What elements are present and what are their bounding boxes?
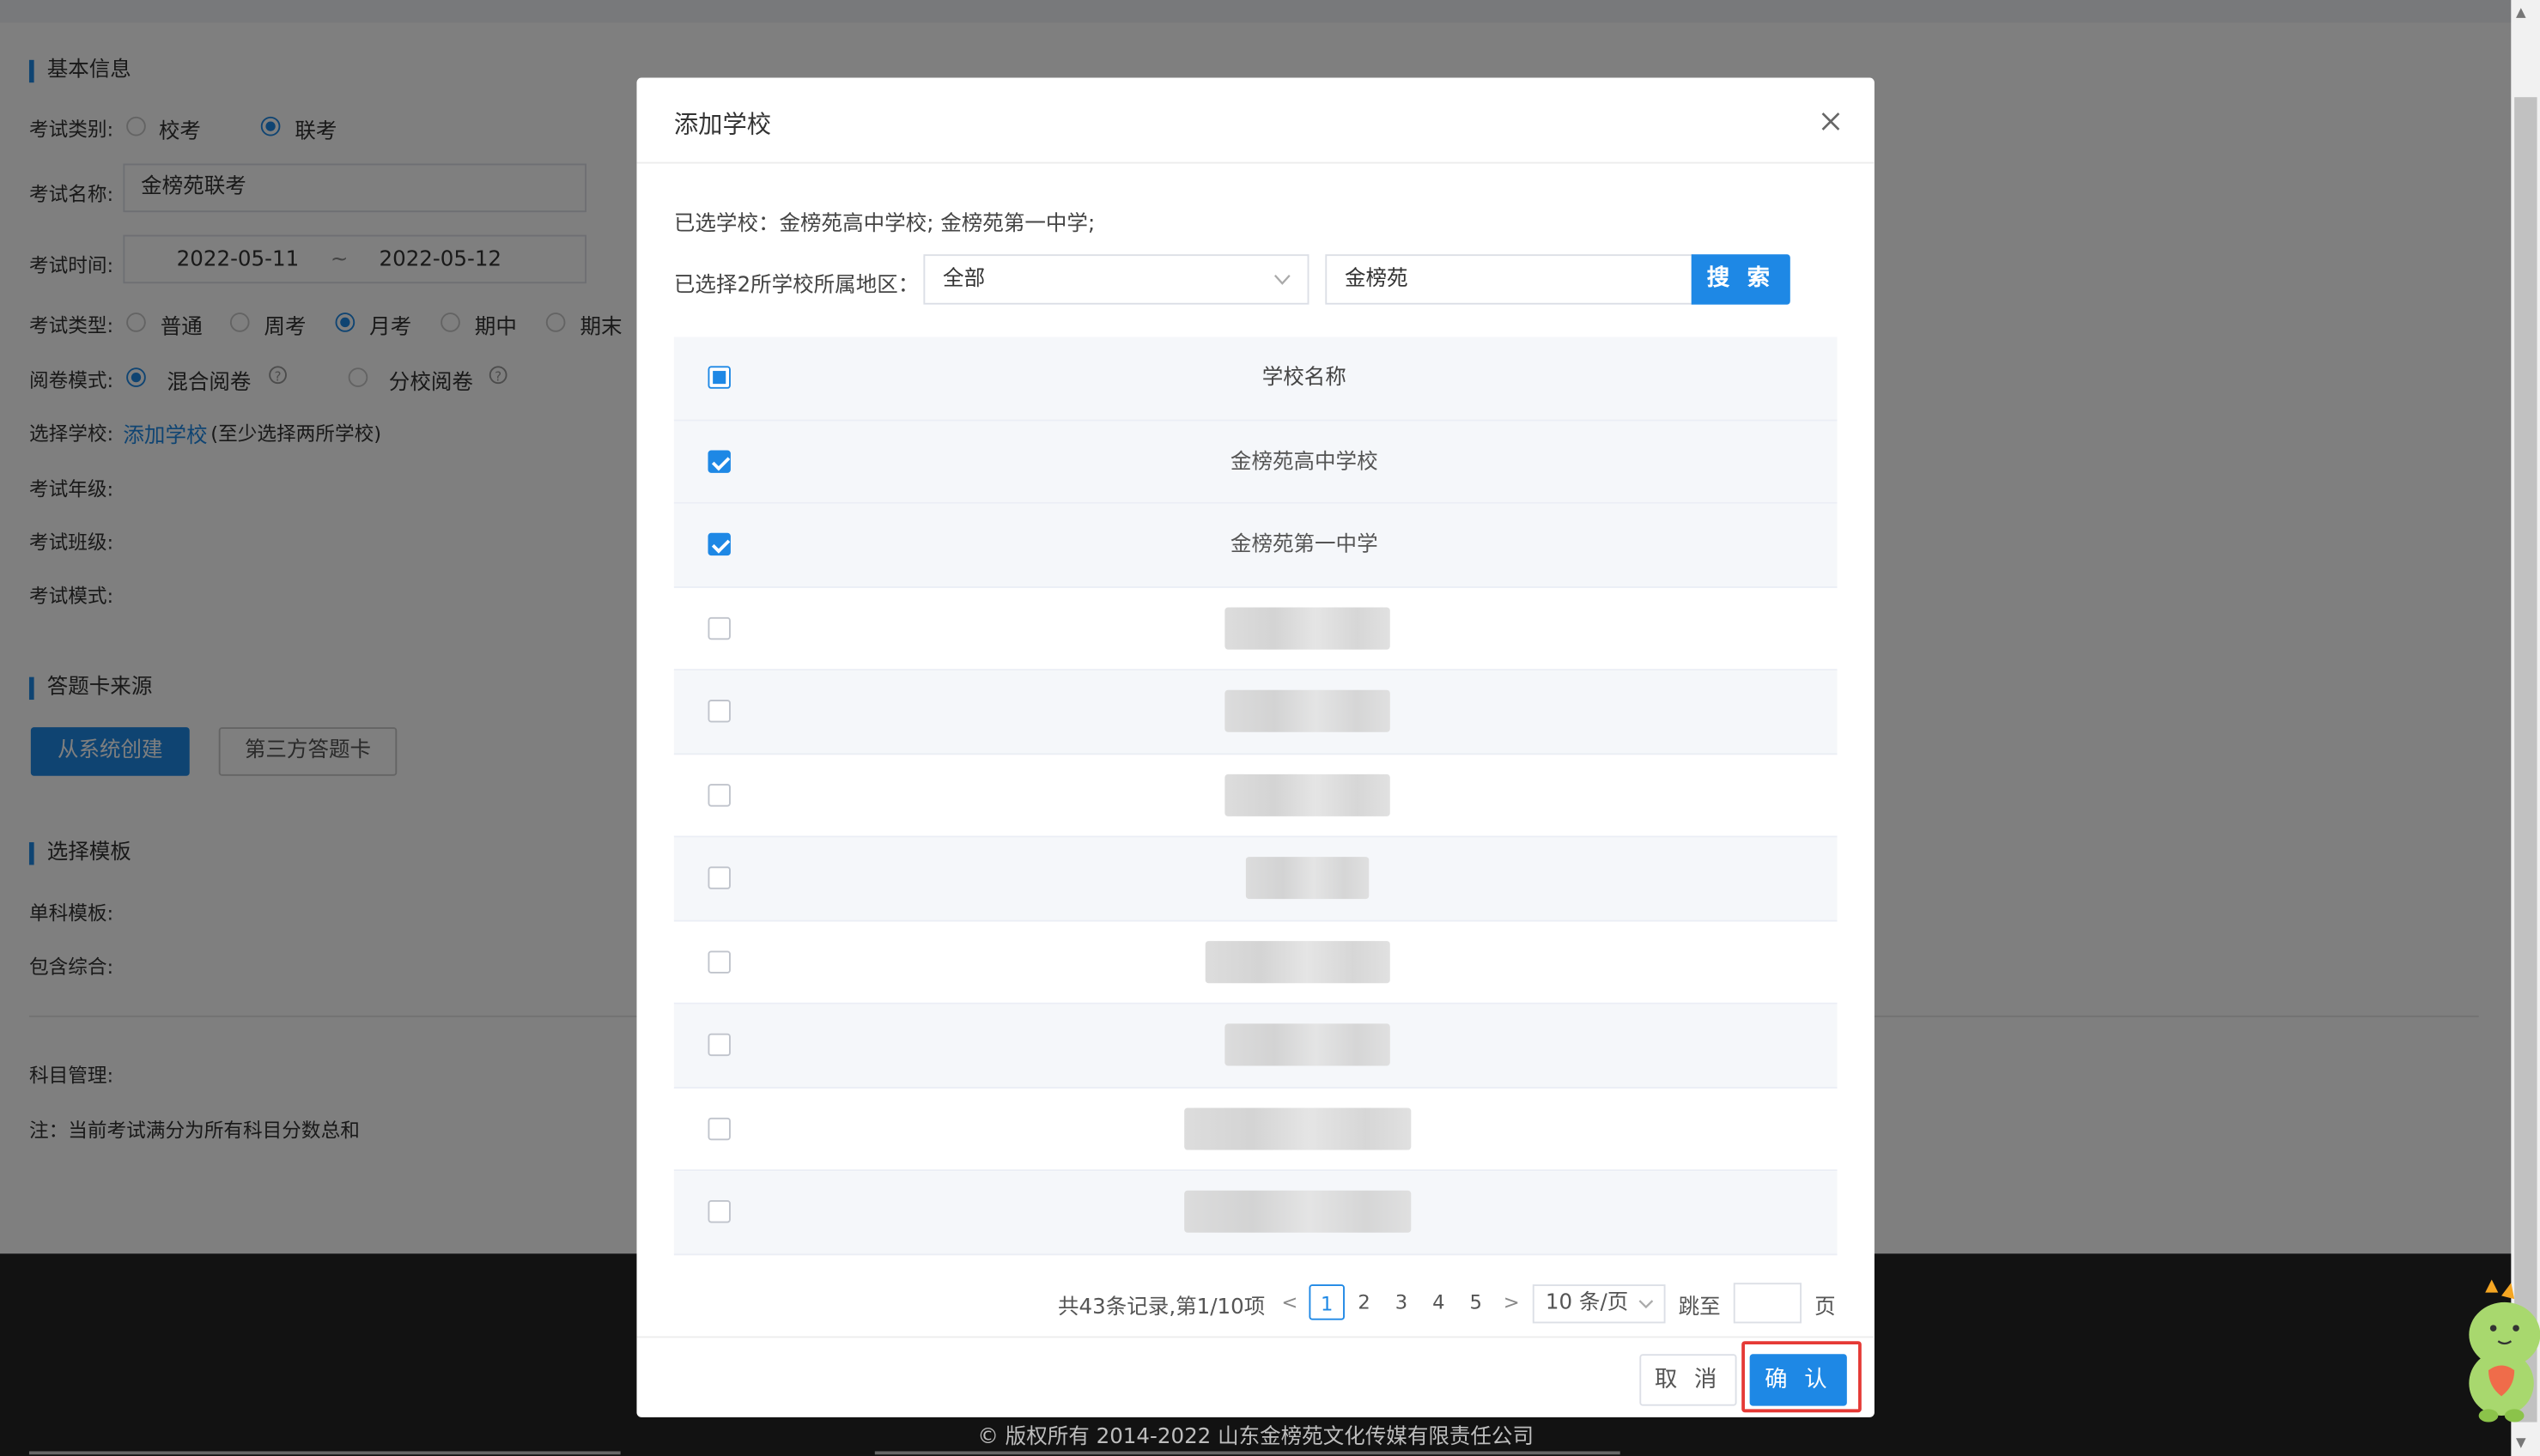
scroll-down-icon[interactable]: ▼: [2516, 1435, 2526, 1450]
page-3[interactable]: 3: [1383, 1284, 1419, 1320]
jump-page-input[interactable]: [1733, 1283, 1802, 1324]
row-checkbox[interactable]: [708, 533, 731, 556]
school-name-cell: 金榜苑高中学校: [1230, 449, 1378, 474]
page-2[interactable]: 2: [1346, 1284, 1382, 1320]
page-size-select[interactable]: 10 条/页: [1532, 1284, 1666, 1324]
blurred-school-name: [1224, 607, 1390, 650]
scrollbar-thumb[interactable]: [2514, 97, 2537, 1423]
row-checkbox[interactable]: [708, 700, 731, 723]
blurred-school-name: [1224, 690, 1390, 733]
next-page-icon[interactable]: >: [1500, 1284, 1522, 1320]
page-unit-label: 页: [1814, 1295, 1836, 1320]
blurred-school-name: [1224, 774, 1390, 816]
table-row[interactable]: [673, 1088, 1838, 1172]
modal-title: 添加学校: [673, 110, 772, 140]
row-checkbox[interactable]: [708, 1200, 731, 1223]
modal-header-divider: [636, 161, 1875, 164]
school-search-input[interactable]: 金榜苑: [1325, 254, 1693, 305]
column-header-school-name: 学校名称: [1261, 366, 1346, 391]
table-row[interactable]: [673, 921, 1838, 1004]
region-label: 已选择2所学校所属地区：: [673, 273, 920, 299]
school-name-cell: 金榜苑第一中学: [1230, 532, 1378, 558]
page-size-value: 10 条/页: [1545, 1290, 1629, 1316]
modal-footer-divider: [636, 1336, 1875, 1338]
row-checkbox[interactable]: [708, 616, 731, 640]
select-all-checkbox[interactable]: [708, 366, 731, 390]
school-table: 学校名称 金榜苑高中学校 金榜苑第一中学: [673, 337, 1838, 1255]
row-checkbox[interactable]: [708, 866, 731, 890]
jump-label: 跳至: [1678, 1295, 1721, 1320]
blurred-school-name: [1184, 1107, 1412, 1150]
add-school-modal: 添加学校 已选学校：金榜苑高中学校; 金榜苑第一中学; 已选择2所学校所属地区：…: [636, 77, 1875, 1417]
blurred-school-name: [1245, 857, 1370, 900]
table-header-row: 学校名称: [673, 337, 1838, 421]
chevron-down-icon: [1638, 1286, 1654, 1335]
selected-schools-text: 已选学校：金榜苑高中学校; 金榜苑第一中学;: [673, 212, 1096, 237]
chevron-down-icon: [1273, 256, 1291, 320]
table-row[interactable]: [673, 1004, 1838, 1088]
page-4[interactable]: 4: [1421, 1284, 1457, 1320]
region-select[interactable]: 全部: [923, 254, 1309, 305]
table-row[interactable]: [673, 754, 1838, 838]
prev-page-icon[interactable]: <: [1279, 1284, 1301, 1320]
blurred-school-name: [1205, 940, 1390, 983]
region-select-value: 全部: [943, 267, 986, 292]
row-checkbox[interactable]: [708, 450, 731, 473]
search-button[interactable]: 搜 索: [1691, 254, 1790, 305]
scroll-up-icon[interactable]: ▲: [2516, 5, 2526, 20]
blurred-school-name: [1224, 1023, 1390, 1066]
blurred-school-name: [1184, 1191, 1412, 1234]
confirm-highlight-box: [1741, 1341, 1862, 1413]
table-row[interactable]: [673, 1171, 1838, 1255]
table-row[interactable]: [673, 670, 1838, 755]
footer-copyright: © 版权所有 2014-2022 山东金榜苑文化传媒有限责任公司: [977, 1425, 1534, 1450]
table-row[interactable]: 金榜苑高中学校: [673, 420, 1838, 504]
row-checkbox[interactable]: [708, 950, 731, 974]
pagination-total: 共43条记录,第1/10项: [1058, 1295, 1266, 1320]
row-checkbox[interactable]: [708, 783, 731, 807]
cancel-button[interactable]: 取 消: [1639, 1354, 1737, 1406]
table-row[interactable]: 金榜苑第一中学: [673, 503, 1838, 587]
mascot-icon[interactable]: [2452, 1279, 2540, 1425]
table-row[interactable]: [673, 587, 1838, 671]
page-1[interactable]: 1: [1309, 1284, 1345, 1320]
row-checkbox[interactable]: [708, 1117, 731, 1140]
table-row[interactable]: [673, 837, 1838, 921]
pagination: 共43条记录,第1/10项 < 1 2 3 4 5 > 10 条/页 跳至 页: [636, 1279, 1874, 1325]
page-5[interactable]: 5: [1458, 1284, 1494, 1320]
close-icon[interactable]: [1816, 107, 1845, 136]
row-checkbox[interactable]: [708, 1034, 731, 1057]
